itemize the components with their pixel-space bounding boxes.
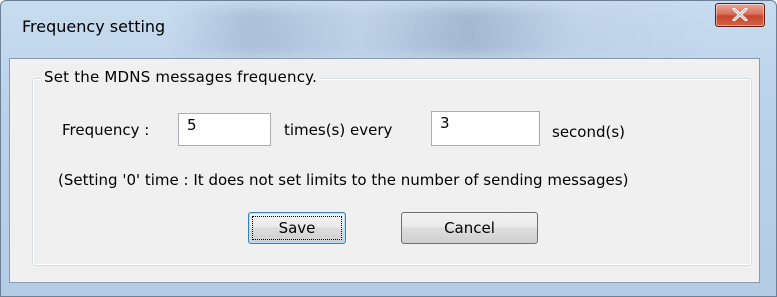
seconds-label: second(s) [552, 123, 626, 141]
frequency-label: Frequency : [62, 121, 150, 139]
window-title: Frequency setting [22, 17, 166, 36]
close-icon [732, 8, 748, 21]
cancel-button-label: Cancel [444, 219, 495, 237]
seconds-input[interactable]: 3 [431, 111, 540, 146]
note-text: (Setting '0' time : It does not set limi… [58, 171, 629, 189]
titlebar[interactable]: Frequency setting [1, 1, 776, 57]
cancel-button[interactable]: Cancel [401, 212, 538, 244]
focus-rect [252, 216, 342, 240]
groupbox-legend: Set the MDNS messages frequency. [41, 68, 321, 86]
frequency-input[interactable]: 5 [178, 113, 271, 146]
times-every-label: times(s) every [284, 121, 393, 139]
close-button[interactable] [715, 3, 765, 27]
save-button[interactable]: Save [248, 212, 346, 244]
